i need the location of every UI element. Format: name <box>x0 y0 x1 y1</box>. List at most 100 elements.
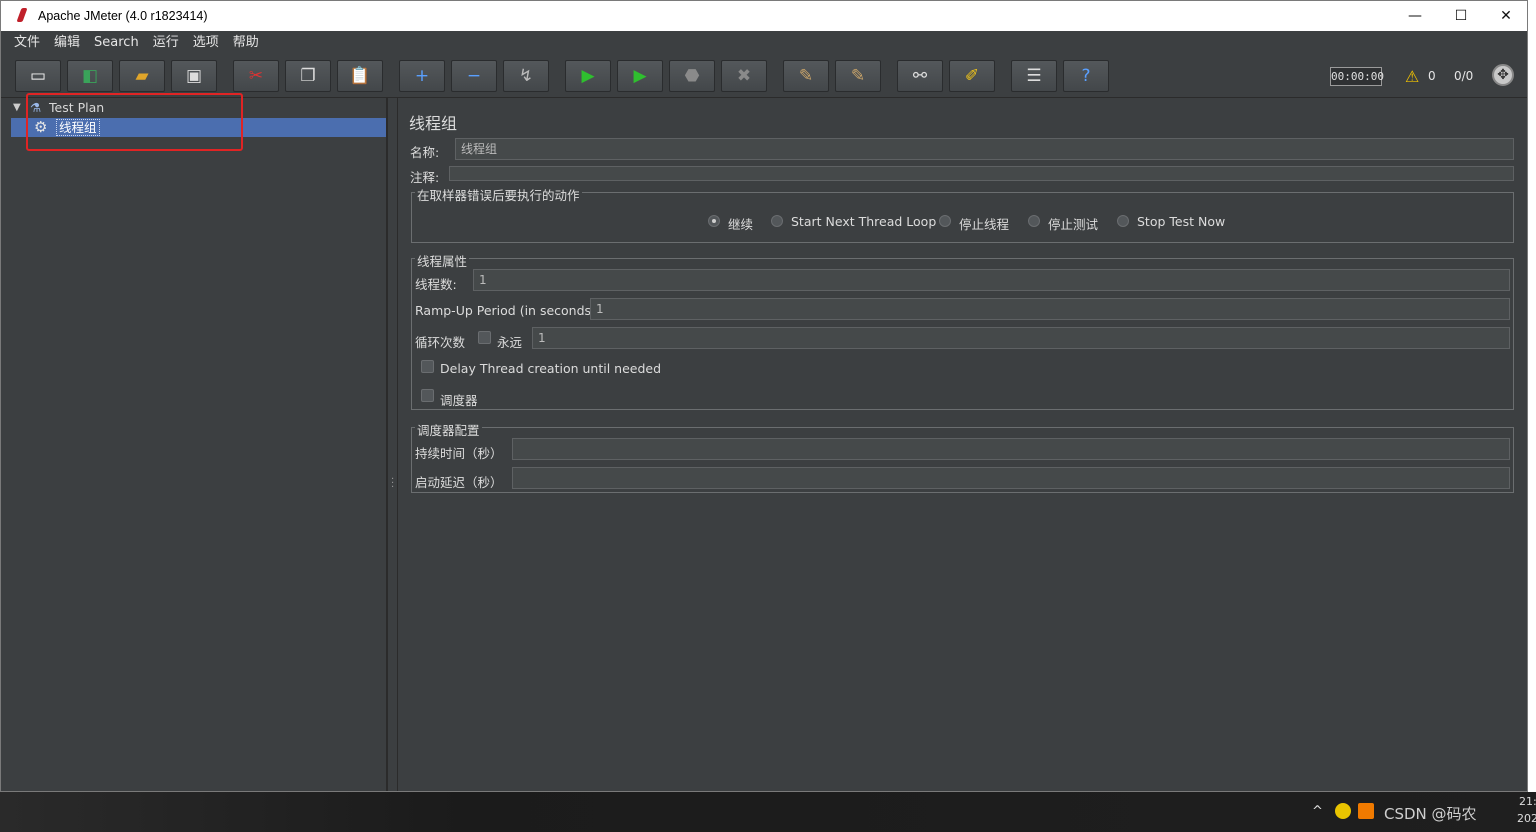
clear-all-icon: ✎ <box>850 65 866 86</box>
tray-app2-icon[interactable] <box>1358 803 1374 819</box>
help-icon: ? <box>1081 65 1091 86</box>
toggle-button[interactable]: ↯ <box>503 60 549 92</box>
delay-thread-checkbox[interactable] <box>421 360 434 373</box>
templates-icon: ◧ <box>81 65 99 86</box>
radio-start-next-loop-label: Start Next Thread Loop <box>791 214 937 229</box>
clear-button[interactable]: ✎ <box>783 60 829 92</box>
radio-continue[interactable] <box>708 215 720 227</box>
scheduler-config-title: 调度器配置 <box>415 420 482 439</box>
tree-expand-arrow-icon[interactable]: ▼ <box>13 99 21 117</box>
name-label: 名称: <box>410 145 440 160</box>
search-button[interactable]: ⚯ <box>897 60 943 92</box>
menu-help[interactable]: 帮助 <box>226 32 266 53</box>
start-button[interactable]: ▶ <box>565 60 611 92</box>
duration-field[interactable] <box>512 438 1510 460</box>
toolbar: ▭ ◧ ▰ ▣ ✂ ❐ 📋 + − ↯ ▶ ▶ ⬣ ✖ ✎ ✎ ⚯ ✐ ☰ ? … <box>1 54 1527 98</box>
tray-app-icon[interactable] <box>1335 803 1351 819</box>
rampup-field[interactable]: 1 <box>590 298 1510 320</box>
annotation-highlight-box <box>26 93 243 151</box>
error-action-title: 在取样器错误后要执行的动作 <box>415 185 582 204</box>
menu-bar: 文件 编辑 Search 运行 选项 帮助 <box>1 32 1527 53</box>
radio-start-next-loop[interactable] <box>771 215 783 227</box>
radio-stop-thread-label: 停止线程 <box>959 217 1010 232</box>
csdn-watermark: CSDN @码农 <box>1384 805 1477 823</box>
radio-stop-test[interactable] <box>1028 215 1040 227</box>
paste-button[interactable]: 📋 <box>337 60 383 92</box>
clear-all-button[interactable]: ✎ <box>835 60 881 92</box>
scheduler-checkbox[interactable] <box>421 389 434 402</box>
menu-edit[interactable]: 编辑 <box>47 32 87 53</box>
shutdown-icon: ✖ <box>736 65 752 86</box>
paste-icon: 📋 <box>349 65 371 86</box>
search-icon: ⚯ <box>912 65 928 86</box>
cut-icon: ✂ <box>248 65 264 86</box>
stop-button[interactable]: ⬣ <box>669 60 715 92</box>
radio-continue-label: 继续 <box>728 217 754 232</box>
save-icon: ▣ <box>185 65 203 86</box>
loop-count-label: 循环次数 <box>415 335 466 350</box>
loop-count-field[interactable]: 1 <box>532 327 1510 349</box>
windows-taskbar: ^ CSDN @码农 21: 2021/ <box>0 792 1536 832</box>
split-pane-divider[interactable]: · · · <box>387 98 398 791</box>
radio-stop-test-now[interactable] <box>1117 215 1129 227</box>
cut-button[interactable]: ✂ <box>233 60 279 92</box>
collapse-icon: − <box>466 65 482 86</box>
save-button[interactable]: ▣ <box>171 60 217 92</box>
delay-thread-label: Delay Thread creation until needed <box>440 361 662 376</box>
menu-run[interactable]: 运行 <box>146 32 186 53</box>
start-icon: ▶ <box>581 65 595 86</box>
open-icon: ▰ <box>135 65 149 86</box>
rampup-label: Ramp-Up Period (in seconds): <box>415 303 601 318</box>
clock-time[interactable]: 21: <box>1519 795 1536 808</box>
menu-search[interactable]: Search <box>87 32 146 53</box>
splitter-grip-icon: · · · <box>391 474 395 493</box>
expand-all-button[interactable]: + <box>399 60 445 92</box>
shutdown-button[interactable]: ✖ <box>721 60 767 92</box>
tray-chevron-icon[interactable]: ^ <box>1312 804 1323 819</box>
start-no-pause-icon: ▶ <box>633 65 647 86</box>
start-no-pause-button[interactable]: ▶ <box>617 60 663 92</box>
collapse-all-button[interactable]: − <box>451 60 497 92</box>
scheduler-label: 调度器 <box>440 393 478 408</box>
comment-label: 注释: <box>410 170 440 185</box>
function-helper-button[interactable]: ☰ <box>1011 60 1057 92</box>
help-button[interactable]: ? <box>1063 60 1109 92</box>
open-button[interactable]: ▰ <box>119 60 165 92</box>
elapsed-timer: 00:00:00 <box>1330 67 1384 86</box>
jmeter-logo-icon <box>16 8 28 22</box>
new-button[interactable]: ▭ <box>15 60 61 92</box>
menu-options[interactable]: 选项 <box>186 32 226 53</box>
maximize-button[interactable]: ☐ <box>1438 1 1484 31</box>
threads-label: 线程数: <box>415 277 457 292</box>
startup-delay-label: 启动延迟（秒） <box>415 475 503 490</box>
copy-icon: ❐ <box>300 65 316 86</box>
test-plan-tree: ▼ ⚗ Test Plan ⚙ 线程组 <box>9 98 387 791</box>
expand-icon: + <box>414 65 430 86</box>
startup-delay-field[interactable] <box>512 467 1510 489</box>
radio-stop-test-now-label: Stop Test Now <box>1137 214 1226 229</box>
function-helper-icon: ☰ <box>1026 65 1042 86</box>
reset-search-button[interactable]: ✐ <box>949 60 995 92</box>
name-field[interactable]: 线程组 <box>455 138 1514 160</box>
minimize-button[interactable]: — <box>1392 1 1438 31</box>
templates-button[interactable]: ◧ <box>67 60 113 92</box>
menu-file[interactable]: 文件 <box>7 32 47 53</box>
jmeter-window: Apache JMeter (4.0 r1823414) — ☐ ✕ 文件 编辑… <box>0 0 1528 792</box>
warning-icon[interactable]: ⚠ <box>1405 67 1419 86</box>
reset-search-icon: ✐ <box>964 65 980 86</box>
thread-group-panel: 线程组 名称: 线程组 注释: 在取样器错误后要执行的动作 继续 Start N… <box>399 98 1527 791</box>
new-icon: ▭ <box>29 65 47 86</box>
clock-date[interactable]: 2021/ <box>1517 812 1536 825</box>
radio-stop-thread[interactable] <box>939 215 951 227</box>
toggle-icon: ↯ <box>518 65 534 86</box>
close-button[interactable]: ✕ <box>1483 1 1527 31</box>
remote-engines-icon[interactable]: ✥ <box>1492 64 1514 86</box>
radio-stop-test-label: 停止测试 <box>1048 217 1099 232</box>
copy-button[interactable]: ❐ <box>285 60 331 92</box>
title-bar: Apache JMeter (4.0 r1823414) — ☐ ✕ <box>1 1 1527 31</box>
forever-checkbox[interactable] <box>478 331 491 344</box>
comment-field[interactable] <box>449 166 1514 181</box>
threads-field[interactable]: 1 <box>473 269 1510 291</box>
clear-icon: ✎ <box>798 65 814 86</box>
panel-title: 线程组 <box>409 114 458 133</box>
